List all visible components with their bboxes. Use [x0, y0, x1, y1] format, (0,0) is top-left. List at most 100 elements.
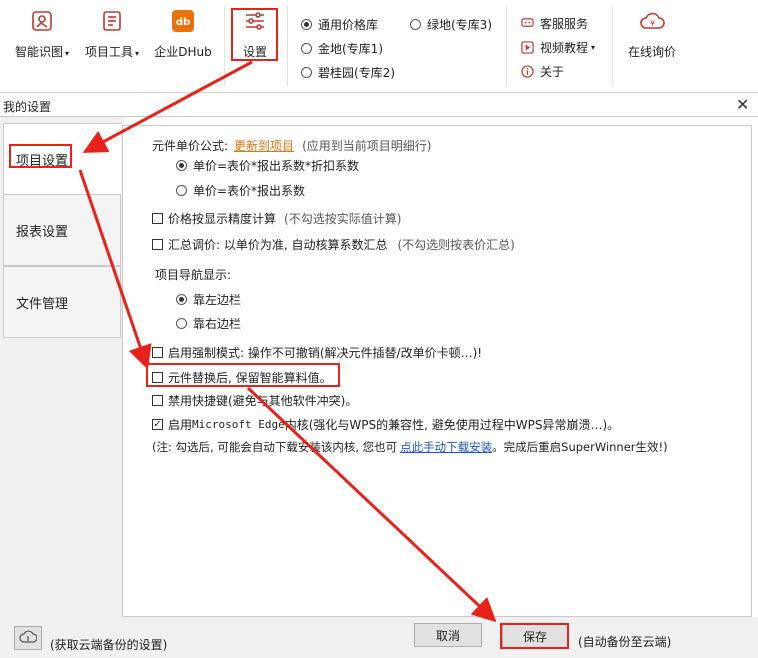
- online-inquiry-button[interactable]: ¥ 在线询价: [622, 8, 682, 60]
- about-label: 关于: [540, 65, 565, 79]
- cloud-download-icon: [19, 630, 38, 647]
- cloud-restore-button[interactable]: [14, 626, 42, 650]
- image-recognition-icon: [29, 8, 55, 34]
- tab-report-settings[interactable]: 报表设置: [3, 194, 121, 266]
- price-lib-label: 通用价格库: [318, 18, 379, 32]
- settings-button[interactable]: 设置: [233, 8, 277, 60]
- chat-icon: [520, 17, 534, 31]
- price-lib-gemdale[interactable]: 金地(专库1): [301, 40, 383, 57]
- ribbon-divider: [612, 6, 613, 86]
- auto-backup-hint: (自动备份至云端): [578, 635, 672, 649]
- dialog-title: 我的设置: [3, 100, 52, 114]
- formula-option-full[interactable]: 单价=表价*报出系数*折扣系数: [176, 157, 359, 174]
- formula-option-label: 单价=表价*报出系数: [193, 184, 306, 198]
- dhub-label: 企业DHub: [154, 45, 212, 59]
- disable-shortcut-checkbox[interactable]: 禁用快捷键(避免与其他软件冲突)。: [152, 392, 357, 409]
- project-tools-button[interactable]: 项目工具 ▾: [82, 8, 142, 60]
- settings-tab-pane: 项目设置 报表设置 文件管理: [0, 117, 124, 617]
- about-item[interactable]: 关于: [520, 63, 564, 80]
- update-to-project-link[interactable]: 更新到项目: [234, 137, 294, 154]
- radio-selected-icon: [176, 294, 187, 305]
- keep-calc-label: 元件替换后, 保留智能算料值。: [168, 371, 332, 385]
- keep-calc-checkbox[interactable]: 元件替换后, 保留智能算料值。: [152, 369, 332, 386]
- dhub-logo-icon: db: [170, 8, 196, 34]
- save-button[interactable]: 保存: [502, 624, 568, 648]
- checkmark-icon: ✓: [152, 418, 163, 430]
- precision-calc-hint: (不勾选按实际值计算): [284, 212, 402, 226]
- nav-option-label: 靠右边栏: [193, 317, 242, 331]
- close-icon[interactable]: ✕: [736, 96, 749, 114]
- ribbon-toolbar: 智能识图 ▾ 项目工具 ▾ db 企业DHub 设置 通用价格库 绿地(专库3) 金…: [0, 0, 758, 93]
- cancel-button[interactable]: 取消: [414, 623, 482, 647]
- nav-option-left[interactable]: 靠左边栏: [176, 291, 241, 308]
- precision-calc-checkbox[interactable]: 价格按显示精度计算 (不勾选按实际值计算): [152, 210, 401, 227]
- customer-service-item[interactable]: 客服服务: [520, 15, 588, 32]
- edge-kernel-label-post: 内核(强化与WPS的兼容性, 避免使用过程中WPS异常崩溃…)。: [284, 418, 620, 432]
- chevron-down-icon: ▾: [135, 49, 140, 58]
- note-text-post: 。完成后重启SuperWinner生效!): [492, 440, 668, 454]
- nav-option-label: 靠左边栏: [193, 293, 242, 307]
- price-lib-general[interactable]: 通用价格库: [301, 16, 378, 33]
- video-tutorial-label: 视频教程: [540, 41, 589, 55]
- edge-kernel-note: (注: 勾选后, 可能会自动下载安装该内核, 您也可 点此手动下载安装 。完成后…: [152, 439, 668, 455]
- radio-icon: [176, 318, 187, 329]
- checkbox-icon: [152, 372, 163, 383]
- price-lib-label: 金地(专库1): [318, 42, 383, 56]
- summary-adjust-hint: (不勾选则按表价汇总): [397, 238, 515, 252]
- nav-display-label: 项目导航显示:: [155, 268, 232, 282]
- video-tutorial-item[interactable]: 视频教程 ▾: [520, 39, 595, 56]
- dhub-button[interactable]: db 企业DHub: [152, 8, 214, 60]
- ribbon-divider: [287, 6, 288, 86]
- ribbon-divider: [506, 6, 507, 86]
- checkbox-icon: [152, 395, 163, 406]
- edge-kernel-label-pre: 启用: [168, 418, 193, 432]
- force-mode-checkbox[interactable]: 启用强制模式: 操作不可撤销(解决元件插替/改单价卡顿…)!: [152, 344, 482, 361]
- force-mode-label: 启用强制模式: 操作不可撤销(解决元件插替/改单价卡顿…)!: [168, 346, 483, 360]
- checkbox-icon: [152, 347, 163, 358]
- image-recognition-label: 智能识图: [14, 45, 63, 59]
- checkbox-icon: [152, 213, 163, 224]
- tab-label: 文件管理: [16, 296, 69, 312]
- tab-file-management[interactable]: 文件管理: [3, 266, 121, 338]
- image-recognition-button[interactable]: 智能识图 ▾: [12, 8, 72, 60]
- info-icon: [520, 65, 534, 79]
- project-tools-label: 项目工具: [84, 45, 133, 59]
- precision-calc-label: 价格按显示精度计算: [168, 212, 277, 226]
- settings-sliders-icon: [242, 8, 268, 34]
- unit-price-formula-label: 元件单价公式:: [152, 139, 229, 153]
- cloud-price-icon: ¥: [639, 8, 665, 34]
- svg-text:db: db: [176, 17, 190, 28]
- tab-label: 项目设置: [16, 153, 69, 169]
- unit-price-formula-row: 元件单价公式: 更新到项目 (应用到当前项目明细行): [152, 137, 431, 154]
- chevron-down-icon: ▾: [65, 49, 70, 58]
- price-lib-greenland[interactable]: 绿地(专库3): [410, 16, 492, 33]
- summary-adjust-checkbox[interactable]: 汇总调价: 以单价为准, 自动核算系数汇总 (不勾选则按表价汇总): [152, 236, 515, 253]
- edge-kernel-checkbox[interactable]: ✓ 启用 Microsoft Edge 内核(强化与WPS的兼容性, 避免使用过…: [152, 416, 619, 433]
- disable-shortcut-label: 禁用快捷键(避免与其他软件冲突)。: [168, 394, 358, 408]
- formula-option-label: 单价=表价*报出系数*折扣系数: [193, 159, 360, 173]
- radio-icon: [301, 43, 312, 54]
- customer-service-label: 客服服务: [540, 17, 589, 31]
- tab-label: 报表设置: [16, 224, 69, 240]
- svg-text:¥: ¥: [650, 19, 655, 28]
- note-text-pre: (注: 勾选后, 可能会自动下载安装该内核, 您也可: [152, 440, 398, 454]
- update-hint: (应用到当前项目明细行): [302, 139, 432, 153]
- tab-project-settings[interactable]: 项目设置: [3, 123, 121, 195]
- radio-icon: [410, 19, 421, 30]
- price-lib-country-garden[interactable]: 碧桂园(专库2): [301, 64, 395, 81]
- price-lib-label: 碧桂园(专库2): [318, 66, 395, 80]
- manual-download-link[interactable]: 点此手动下载安装: [400, 439, 492, 455]
- cloud-restore-hint: (获取云端备份的设置): [50, 638, 168, 652]
- price-lib-label: 绿地(专库3): [427, 18, 492, 32]
- settings-label: 设置: [242, 45, 267, 59]
- nav-option-right[interactable]: 靠右边栏: [176, 315, 241, 332]
- radio-icon: [176, 185, 187, 196]
- project-tools-icon: [99, 8, 125, 34]
- radio-icon: [301, 67, 312, 78]
- ribbon-divider: [224, 6, 225, 86]
- radio-selected-icon: [176, 160, 187, 171]
- online-inquiry-label: 在线询价: [627, 45, 676, 59]
- formula-option-simple[interactable]: 单价=表价*报出系数: [176, 182, 305, 199]
- video-play-icon: [520, 41, 534, 55]
- edge-kernel-label-name: Microsoft Edge: [192, 418, 285, 431]
